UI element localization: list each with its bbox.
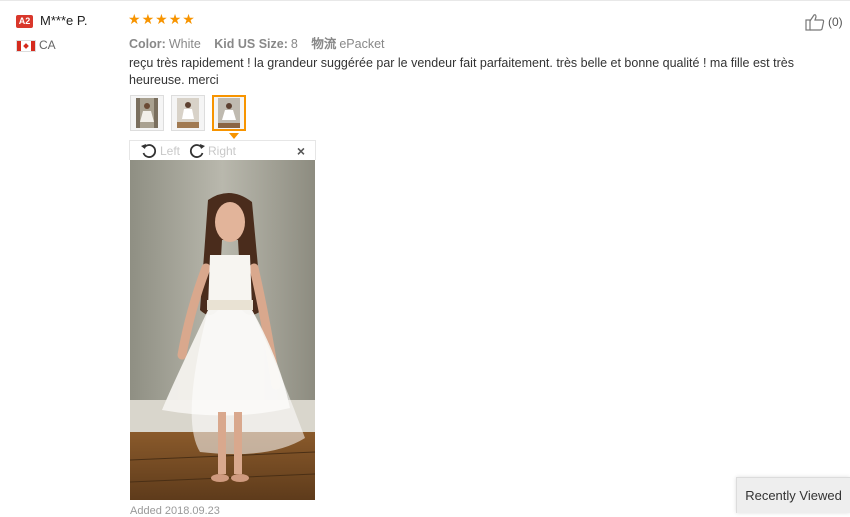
shipping-value: ePacket [339,37,385,51]
rotate-left-label: Left [160,144,181,158]
reviewer-country: CA [39,38,56,52]
rotate-left-icon [141,144,157,158]
rotate-left-button[interactable]: Left [140,142,180,160]
canada-flag-icon [16,40,36,52]
close-icon[interactable]: × [297,143,305,159]
order-attributes: Color: White Kid US Size: 8 物流 ePacket [129,33,395,52]
review-thumbnail[interactable] [171,95,205,131]
size-key: Kid US Size: [214,37,288,51]
user-level-badge: A2 [16,15,33,28]
like-count: (0) [828,15,843,29]
review-thumbnail-selected[interactable] [212,95,246,131]
review-thumbnail[interactable] [130,95,164,131]
rating-stars: ★ ★ ★ ★ ★ [128,12,195,26]
color-key: Color: [129,37,166,51]
review-thumbnails [130,95,246,131]
top-divider [0,0,850,1]
rotate-right-label: Right [208,144,237,158]
rotate-right-button[interactable]: Right [188,142,236,160]
reviewer-name: M***e P. [40,13,88,28]
thumbs-up-icon [805,14,825,31]
review-text: reçu très rapidement ! la grandeur suggé… [129,56,794,87]
selected-thumbnail-caret [229,133,239,139]
star-icon: ★ [182,11,195,27]
review-date: Added 2018.09.23 [130,505,220,517]
size-value: 8 [290,37,298,51]
star-icon: ★ [155,11,168,27]
like-button[interactable]: (0) [805,13,843,31]
star-icon: ★ [168,11,182,27]
review-photo [130,160,315,500]
rotate-right-icon [189,144,205,158]
shipping-key: 物流 [311,37,337,51]
color-value: White [168,37,201,51]
star-icon: ★ [128,11,141,27]
star-icon: ★ [141,11,155,27]
recently-viewed-button[interactable]: Recently Viewed [736,477,850,513]
image-viewer-toolbar: Left Right × [129,140,316,160]
